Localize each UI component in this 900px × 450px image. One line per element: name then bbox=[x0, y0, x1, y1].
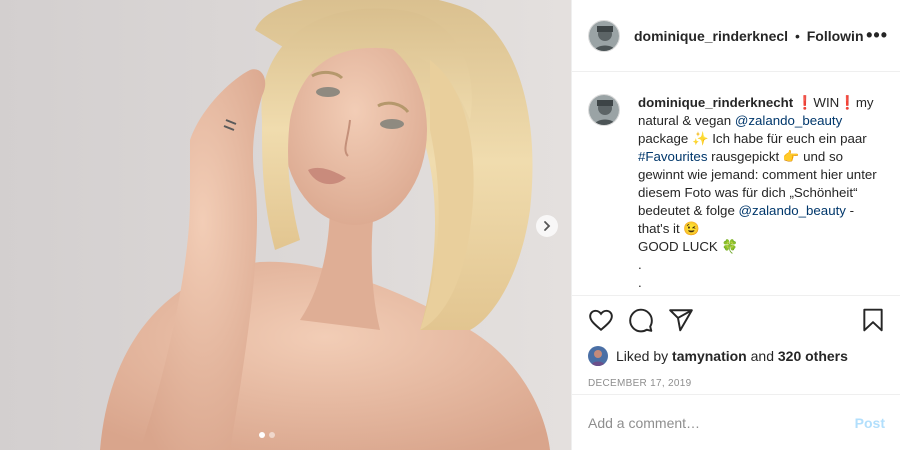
caption-text-segment: rausgepickt bbox=[707, 149, 783, 164]
pointing-hand-icon: 👉 bbox=[782, 149, 800, 164]
likes-line: Liked by tamynation and 320 others bbox=[572, 344, 900, 368]
caption-text-segment: GOOD LUCK bbox=[638, 239, 722, 254]
carousel-next-button[interactable] bbox=[536, 215, 558, 237]
caption-text-segment: . bbox=[638, 275, 642, 290]
mention-link[interactable]: @zalando_beauty bbox=[739, 203, 846, 218]
caption-text: dominique_rinderknecht ❗WIN❗my natural &… bbox=[638, 94, 878, 295]
four-leaf-clover-icon: 🍀 bbox=[721, 239, 739, 254]
mention-link[interactable]: @zalando_beauty bbox=[735, 113, 842, 128]
post-comment-button[interactable]: Post bbox=[855, 415, 885, 431]
hashtag-link[interactable]: #Favourites bbox=[638, 149, 707, 164]
share-icon[interactable] bbox=[668, 307, 694, 333]
post-photo[interactable] bbox=[0, 0, 571, 450]
others-link[interactable]: 320 others bbox=[778, 348, 848, 364]
caption-text-segment: . bbox=[638, 257, 642, 272]
red-exclamation-icon: ❗ bbox=[796, 95, 814, 110]
winking-face-icon: 😉 bbox=[683, 221, 700, 236]
caption-section: dominique_rinderknecht ❗WIN❗my natural &… bbox=[572, 72, 900, 296]
username-link[interactable]: dominique_rinderknecl bbox=[634, 28, 788, 44]
carousel-dot bbox=[269, 432, 275, 438]
bookmark-icon[interactable] bbox=[860, 307, 886, 333]
portrait-image bbox=[0, 0, 571, 450]
red-exclamation-icon: ❗ bbox=[839, 95, 856, 110]
caption-avatar[interactable] bbox=[588, 94, 620, 126]
likes-prefix: Liked by bbox=[616, 348, 669, 364]
post-header: dominique_rinderknecl • Following ••• bbox=[572, 0, 900, 72]
liker-avatar[interactable] bbox=[588, 346, 608, 366]
separator-dot: • bbox=[794, 27, 800, 44]
caption-text-segment: package bbox=[638, 131, 692, 146]
comment-form: Post bbox=[572, 394, 900, 450]
carousel-indicator bbox=[259, 432, 275, 438]
comment-input[interactable] bbox=[588, 414, 855, 431]
action-bar bbox=[572, 296, 900, 344]
liker-username-link[interactable]: tamynation bbox=[672, 348, 747, 364]
avatar[interactable] bbox=[588, 19, 620, 52]
sparkles-icon: ✨ bbox=[691, 131, 709, 146]
more-options-icon[interactable]: ••• bbox=[864, 25, 888, 46]
comment-icon[interactable] bbox=[628, 307, 654, 333]
caption-username-link[interactable]: dominique_rinderknecht bbox=[638, 95, 793, 110]
caption-text-segment: WIN bbox=[813, 95, 840, 110]
header-user-line: dominique_rinderknecl • Following bbox=[634, 28, 864, 44]
carousel-dot-active bbox=[259, 432, 265, 438]
caption-body: ❗WIN❗my natural & vegan @zalando_beauty … bbox=[638, 95, 877, 290]
likes-and: and bbox=[750, 348, 774, 364]
chevron-right-icon bbox=[544, 221, 551, 231]
following-button[interactable]: Following bbox=[807, 28, 864, 44]
caption-text-segment: Ich habe für euch ein paar bbox=[708, 131, 867, 146]
post-side-panel: dominique_rinderknecl • Following ••• do… bbox=[571, 0, 900, 450]
heart-icon[interactable] bbox=[588, 307, 614, 333]
